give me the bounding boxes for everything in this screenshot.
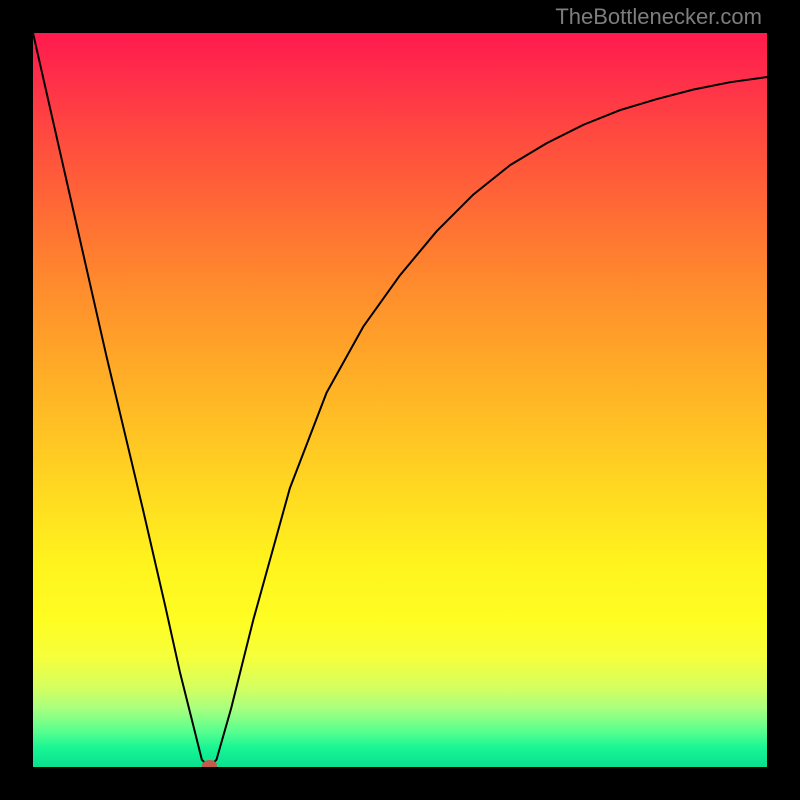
plot-area (33, 33, 767, 767)
curve-layer (33, 33, 767, 767)
attribution-label: TheBottlenecker.com (555, 4, 762, 30)
chart-frame: TheBottlenecker.com (0, 0, 800, 800)
bottleneck-curve (33, 33, 767, 767)
optimal-point-marker (202, 760, 217, 767)
